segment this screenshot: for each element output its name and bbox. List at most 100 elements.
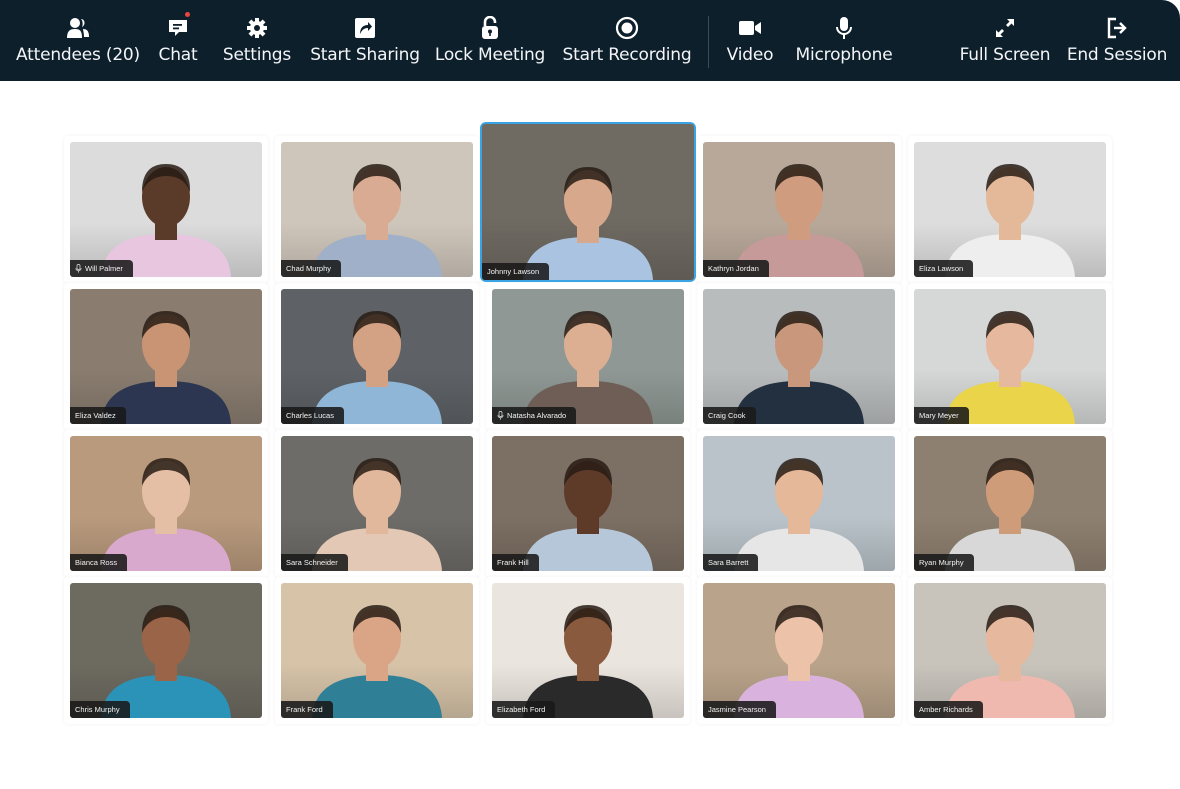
participant-name: Chad Murphy bbox=[286, 264, 332, 273]
person-avatar-icon bbox=[734, 311, 864, 424]
video-camera-icon bbox=[737, 16, 763, 40]
attendees-button[interactable]: Attendees (20) bbox=[16, 0, 140, 81]
participant-name: Sara Schneider bbox=[286, 558, 338, 567]
exit-icon bbox=[1104, 16, 1130, 40]
participant-tile[interactable]: Chad Murphy bbox=[275, 136, 479, 283]
participant-tile[interactable]: Eliza Valdez bbox=[64, 283, 268, 430]
participant-name-tag: Bianca Ross bbox=[70, 554, 128, 571]
participant-name: Frank Hill bbox=[497, 558, 529, 567]
participant-video: Eliza Lawson bbox=[914, 142, 1106, 277]
participant-name-tag: Amber Richards bbox=[914, 701, 983, 718]
participant-video: Eliza Valdez bbox=[70, 289, 262, 424]
participant-tile[interactable]: Ryan Murphy bbox=[908, 430, 1112, 577]
participant-name-tag: Eliza Valdez bbox=[70, 407, 126, 424]
person-avatar-icon bbox=[101, 605, 231, 718]
person-avatar-icon bbox=[523, 605, 653, 718]
participant-name-tag: Craig Cook bbox=[703, 407, 756, 424]
participant-video: Mary Meyer bbox=[914, 289, 1106, 424]
participant-name: Eliza Valdez bbox=[75, 411, 116, 420]
participant-tile[interactable]: Eliza Lawson bbox=[908, 136, 1112, 283]
participant-name: Frank Ford bbox=[286, 705, 323, 714]
person-avatar-icon bbox=[945, 164, 1075, 277]
participant-name: Jasmine Pearson bbox=[708, 705, 766, 714]
participant-name-tag: Frank Hill bbox=[492, 554, 539, 571]
person-avatar-icon bbox=[312, 164, 442, 277]
participant-tile[interactable]: Chris Murphy bbox=[64, 577, 268, 724]
microphone-icon bbox=[75, 264, 82, 273]
participant-name-tag: Jasmine Pearson bbox=[703, 701, 776, 718]
participant-name: Eliza Lawson bbox=[919, 264, 964, 273]
notification-dot bbox=[185, 12, 190, 17]
meeting-toolbar: Attendees (20) Chat Settings Start Shari… bbox=[0, 0, 1180, 81]
lock-meeting-button[interactable]: Lock Meeting bbox=[434, 0, 546, 81]
participant-tile[interactable]: Amber Richards bbox=[908, 577, 1112, 724]
start-sharing-button[interactable]: Start Sharing bbox=[310, 0, 420, 81]
end-session-button[interactable]: End Session bbox=[1066, 0, 1168, 81]
participant-tile[interactable]: Craig Cook bbox=[697, 283, 901, 430]
video-label: Video bbox=[726, 45, 774, 65]
participant-video: Elizabeth Ford bbox=[492, 583, 684, 718]
participant-video: Frank Ford bbox=[281, 583, 473, 718]
participant-tile-active-speaker[interactable]: Johnny Lawson bbox=[482, 124, 694, 280]
participant-video: Johnny Lawson bbox=[482, 124, 694, 280]
participant-tile[interactable]: Elizabeth Ford bbox=[486, 577, 690, 724]
participant-tile[interactable]: Charles Lucas bbox=[275, 283, 479, 430]
person-avatar-icon bbox=[945, 605, 1075, 718]
participant-video: Jasmine Pearson bbox=[703, 583, 895, 718]
video-button[interactable]: Video bbox=[724, 0, 776, 81]
participant-tile[interactable]: Sara Barrett bbox=[697, 430, 901, 577]
participant-tile[interactable]: Mary Meyer bbox=[908, 283, 1112, 430]
participant-name: Mary Meyer bbox=[919, 411, 959, 420]
person-avatar-icon bbox=[101, 164, 231, 277]
participant-video: Chris Murphy bbox=[70, 583, 262, 718]
participant-video: Will Palmer bbox=[70, 142, 262, 277]
start-recording-button[interactable]: Start Recording bbox=[562, 0, 692, 81]
participant-tile[interactable]: Frank Hill bbox=[486, 430, 690, 577]
participant-tile[interactable]: Will Palmer bbox=[64, 136, 268, 283]
participant-name: Elizabeth Ford bbox=[497, 705, 546, 714]
person-avatar-icon bbox=[523, 458, 653, 571]
gear-icon bbox=[244, 16, 270, 40]
participant-tile[interactable]: Bianca Ross bbox=[64, 430, 268, 577]
participant-name-tag: Johnny Lawson bbox=[482, 263, 550, 280]
participant-tile[interactable]: Natasha Alvarado bbox=[486, 283, 690, 430]
participant-name-tag: Mary Meyer bbox=[914, 407, 969, 424]
participant-name: Sara Barrett bbox=[708, 558, 749, 567]
start-recording-label: Start Recording bbox=[562, 45, 692, 65]
participant-tile[interactable]: Frank Ford bbox=[275, 577, 479, 724]
participant-name-tag: Ryan Murphy bbox=[914, 554, 974, 571]
participant-name: Natasha Alvarado bbox=[507, 411, 567, 420]
participant-tile[interactable]: Jasmine Pearson bbox=[697, 577, 901, 724]
participant-video: Frank Hill bbox=[492, 436, 684, 571]
participant-name: Will Palmer bbox=[85, 264, 123, 273]
person-avatar-icon bbox=[734, 605, 864, 718]
microphone-icon bbox=[831, 16, 857, 40]
full-screen-button[interactable]: Full Screen bbox=[956, 0, 1054, 81]
participant-name-tag: Chad Murphy bbox=[281, 260, 342, 277]
person-avatar-icon bbox=[734, 164, 864, 277]
users-icon bbox=[65, 16, 91, 40]
participant-tile[interactable]: Kathryn Jordan bbox=[697, 136, 901, 283]
full-screen-label: Full Screen bbox=[959, 45, 1051, 65]
participant-name-tag: Sara Schneider bbox=[281, 554, 348, 571]
participant-name: Craig Cook bbox=[708, 411, 746, 420]
person-avatar-icon bbox=[945, 311, 1075, 424]
settings-label: Settings bbox=[222, 45, 292, 65]
participant-name-tag: Eliza Lawson bbox=[914, 260, 974, 277]
person-avatar-icon bbox=[312, 605, 442, 718]
settings-button[interactable]: Settings bbox=[220, 0, 294, 81]
microphone-button[interactable]: Microphone bbox=[792, 0, 896, 81]
participant-name: Bianca Ross bbox=[75, 558, 118, 567]
participant-video: Craig Cook bbox=[703, 289, 895, 424]
participant-tile[interactable]: Sara Schneider bbox=[275, 430, 479, 577]
participant-name: Kathryn Jordan bbox=[708, 264, 759, 273]
chat-button[interactable]: Chat bbox=[153, 0, 203, 81]
participant-name-tag: Kathryn Jordan bbox=[703, 260, 769, 277]
person-avatar-icon bbox=[312, 458, 442, 571]
person-avatar-icon bbox=[945, 458, 1075, 571]
lock-meeting-label: Lock Meeting bbox=[434, 45, 546, 65]
participant-name: Ryan Murphy bbox=[919, 558, 964, 567]
participant-name-tag: Charles Lucas bbox=[281, 407, 344, 424]
participant-video: Bianca Ross bbox=[70, 436, 262, 571]
participant-name-tag: Natasha Alvarado bbox=[492, 407, 577, 424]
